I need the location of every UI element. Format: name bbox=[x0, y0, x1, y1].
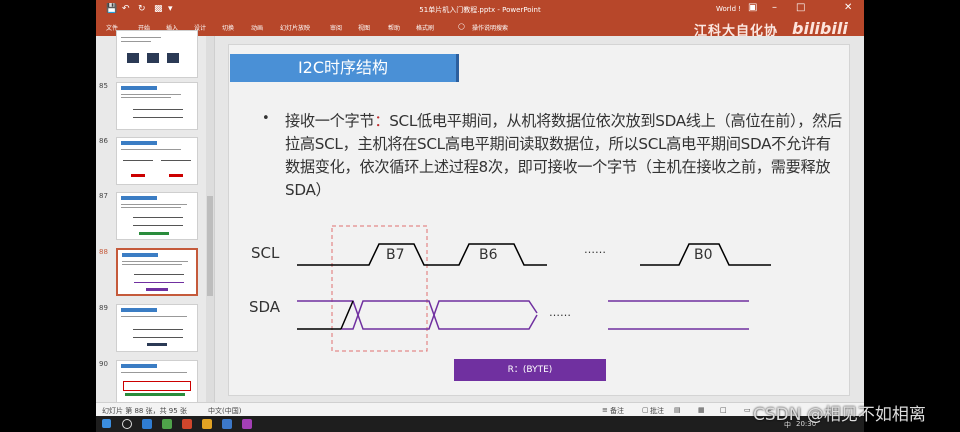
lightbulb-icon[interactable]: ◯ bbox=[458, 23, 465, 30]
tab-help[interactable]: 帮助 bbox=[388, 23, 400, 32]
bit-label-b0: B0 bbox=[694, 247, 713, 263]
slide-thumbnail[interactable] bbox=[116, 30, 198, 78]
slide-thumbnail[interactable] bbox=[116, 137, 198, 185]
receive-byte-label[interactable]: R：(BYTE) bbox=[454, 359, 606, 381]
slide-thumbnail-pane[interactable]: 85 86 87 88 89 90 bbox=[96, 30, 215, 408]
tab-animations[interactable]: 动画 bbox=[251, 23, 263, 32]
windows-start-icon[interactable] bbox=[102, 419, 111, 428]
scl-label: SCL bbox=[251, 244, 280, 262]
tab-slideshow[interactable]: 幻灯片放映 bbox=[280, 23, 310, 32]
edge-browser-icon[interactable] bbox=[142, 419, 152, 429]
sda-ellipsis: …… bbox=[549, 306, 571, 319]
slide-sorter-icon[interactable]: ▦ bbox=[698, 406, 705, 414]
notes-icon[interactable]: ≡ bbox=[602, 406, 608, 414]
slide-number: 88 bbox=[99, 248, 108, 256]
maximize-icon[interactable]: □ bbox=[796, 2, 805, 13]
workspace: 85 86 87 88 89 90 I2C时序结构 • 接收一个字节：SCL低电… bbox=[96, 30, 864, 408]
slide-thumbnail[interactable] bbox=[116, 82, 198, 130]
status-bar: 幻灯片 第 88 张，共 95 张 中文(中国) ≡ 备注 ▢ 批注 ▤ ▦ □… bbox=[96, 402, 864, 416]
user-name[interactable]: World ! bbox=[716, 5, 741, 13]
bit-label-b6: B6 bbox=[479, 247, 498, 263]
powerpoint-taskbar-icon[interactable] bbox=[182, 419, 192, 429]
sda-waveform-lower bbox=[341, 300, 538, 330]
tab-review[interactable]: 审阅 bbox=[330, 23, 342, 32]
app-icon[interactable] bbox=[222, 419, 232, 429]
close-icon[interactable]: ✕ bbox=[844, 2, 852, 13]
file-explorer-icon[interactable] bbox=[202, 419, 212, 429]
tab-view[interactable]: 视图 bbox=[358, 23, 370, 32]
title-bar: 💾 ↶ ↻ ▩ ▾ 51单片机入门教程.pptx - PowerPoint Wo… bbox=[96, 0, 864, 19]
app-icon[interactable] bbox=[242, 419, 252, 429]
scl-ellipsis: …… bbox=[584, 243, 606, 256]
sda-slave-drive bbox=[340, 300, 354, 330]
slide-thumbnail[interactable] bbox=[116, 192, 198, 240]
slide-counter: 幻灯片 第 88 张，共 95 张 bbox=[102, 407, 187, 415]
ribbon-tabs: 文件 开始 插入 设计 切换 动画 幻灯片放映 审阅 视图 帮助 格式刷 ◯ 操… bbox=[96, 19, 864, 39]
i2c-timing-diagram: SCL SDA B7 B6 B0 …… …… bbox=[249, 225, 771, 352]
minimize-icon[interactable]: – bbox=[772, 2, 777, 13]
slide-canvas[interactable]: I2C时序结构 • 接收一个字节：SCL低电平期间，从机将数据位依次放到SDA线… bbox=[228, 44, 850, 396]
language-indicator[interactable]: 中文(中国) bbox=[208, 406, 241, 416]
slide-number: 90 bbox=[99, 360, 108, 368]
powerpoint-window: 💾 ↶ ↻ ▩ ▾ 51单片机入门教程.pptx - PowerPoint Wo… bbox=[96, 0, 864, 416]
tab-transitions[interactable]: 切换 bbox=[222, 23, 234, 32]
slide-number: 85 bbox=[99, 82, 108, 90]
sda-label: SDA bbox=[249, 298, 281, 316]
tell-me-search[interactable]: 操作说明搜索 bbox=[472, 23, 508, 32]
slide-number: 87 bbox=[99, 192, 108, 200]
normal-view-icon[interactable]: ▤ bbox=[674, 406, 681, 414]
reading-view-icon[interactable]: □ bbox=[720, 406, 727, 414]
slideshow-view-icon[interactable]: ▭ bbox=[744, 406, 751, 414]
slide-thumbnail-selected[interactable] bbox=[116, 248, 198, 296]
search-icon[interactable] bbox=[122, 419, 132, 429]
slide-number: 86 bbox=[99, 137, 108, 145]
bit-label-b7: B7 bbox=[386, 247, 405, 263]
app-icon[interactable] bbox=[162, 419, 172, 429]
slide-thumbnail[interactable] bbox=[116, 360, 198, 408]
comments-icon[interactable]: ▢ bbox=[642, 406, 649, 414]
tab-format-painter[interactable]: 格式刷 bbox=[416, 23, 434, 32]
scl-waveform-1 bbox=[297, 243, 547, 266]
csdn-watermark: CSDN @相见不如相离 bbox=[753, 405, 926, 425]
slide-number: 89 bbox=[99, 304, 108, 312]
thumbnail-scrollbar[interactable] bbox=[206, 36, 214, 402]
notes-button[interactable]: 备注 bbox=[610, 406, 624, 416]
windows-taskbar: 中 20:30 bbox=[96, 416, 864, 432]
ribbon-display-options-icon[interactable]: ▣ bbox=[748, 2, 757, 13]
comments-button[interactable]: 批注 bbox=[650, 406, 664, 416]
slide-thumbnail[interactable] bbox=[116, 304, 198, 352]
